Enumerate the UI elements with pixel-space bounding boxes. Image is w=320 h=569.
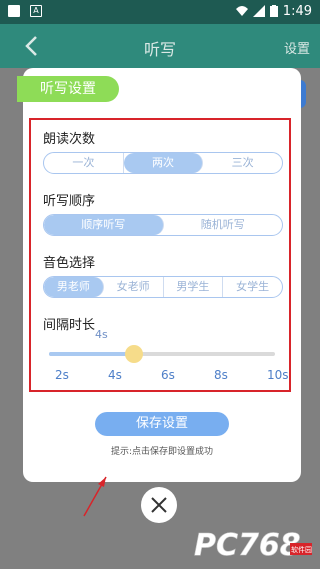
svg-text:PC768: PC768	[194, 528, 301, 563]
voice-label: 音色选择	[43, 256, 96, 271]
interval-tick-label: 8s	[214, 368, 228, 382]
interval-tick-label: 10s	[267, 368, 289, 382]
dialog-title-tab: 听写设置	[17, 76, 119, 102]
settings-link[interactable]: 设置	[284, 38, 310, 57]
interval-tick-label: 4s	[108, 368, 122, 382]
order-option[interactable]: 随机听写	[164, 215, 283, 235]
close-button[interactable]	[141, 487, 177, 523]
interval-tick-label: 6s	[161, 368, 175, 382]
battery-icon	[270, 5, 278, 17]
order-label: 听写顺序	[43, 194, 96, 209]
app-bar: 听写 设置	[0, 24, 320, 68]
save-hint: 提示:点击保存即设置成功	[110, 447, 214, 457]
status-bar: A 1:49	[0, 0, 320, 24]
svg-text:软件园: 软件园	[291, 545, 312, 554]
order-option-selected[interactable]: 顺序听写	[44, 215, 164, 235]
slider-fill	[49, 352, 134, 356]
voice-selector: 男老师 女老师 男学生 女学生	[43, 276, 283, 298]
read-count-selector: 一次 两次 三次	[43, 152, 283, 174]
signal-icon	[253, 5, 265, 17]
wifi-icon	[236, 6, 248, 16]
app-a-icon: A	[30, 5, 42, 17]
voice-option[interactable]: 女学生	[223, 277, 282, 297]
watermark-logo: PC768 软件园	[194, 528, 312, 563]
read-count-label: 朗读次数	[43, 132, 96, 147]
page-title: 听写	[143, 40, 176, 59]
voice-option-selected[interactable]: 男老师	[44, 277, 104, 297]
notification-icon	[8, 5, 20, 17]
dictation-settings-dialog: 听写设置 朗读次数 一次 两次 三次 听写顺序 顺序听写 随机听写 音色选择 男…	[17, 68, 301, 482]
close-icon	[151, 497, 167, 513]
interval-tick-label: 2s	[55, 368, 69, 382]
voice-option[interactable]: 男学生	[164, 277, 224, 297]
settings-highlight-box: 朗读次数 一次 两次 三次 听写顺序 顺序听写 随机听写 音色选择 男老师 女老…	[29, 118, 291, 392]
save-settings-button[interactable]: 保存设置	[95, 412, 229, 436]
status-time: 1:49	[282, 4, 312, 19]
interval-slider[interactable]	[49, 345, 275, 363]
slider-thumb[interactable]	[124, 345, 143, 363]
voice-option[interactable]: 女老师	[104, 277, 164, 297]
interval-value: 4s	[95, 328, 108, 341]
read-count-option-selected[interactable]: 两次	[123, 153, 204, 173]
read-count-option[interactable]: 三次	[203, 153, 282, 173]
read-count-option[interactable]: 一次	[44, 153, 124, 173]
interval-label: 间隔时长	[43, 318, 96, 333]
order-selector: 顺序听写 随机听写	[43, 214, 283, 236]
